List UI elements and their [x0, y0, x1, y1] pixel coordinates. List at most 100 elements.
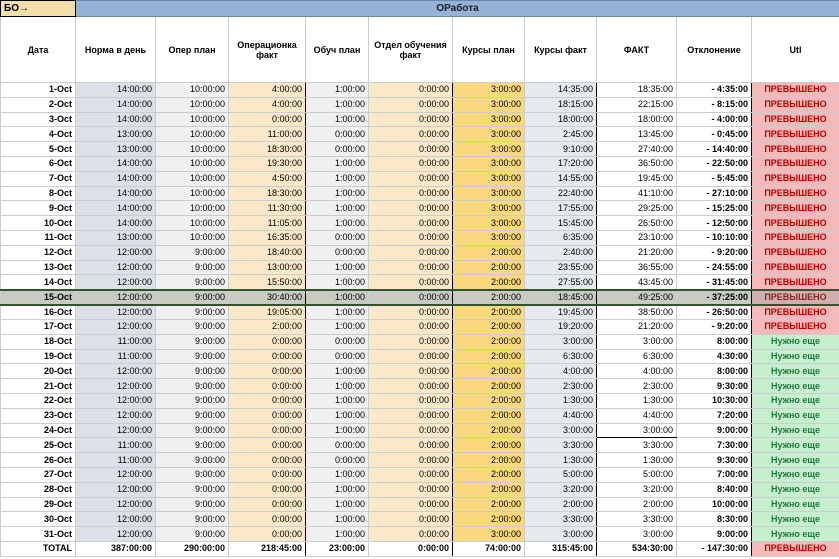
teach-fact-cell[interactable]: 0:00:00	[368, 437, 453, 454]
oper-plan-cell[interactable]: 9:00:00	[155, 511, 229, 528]
oper-plan-cell[interactable]: 9:00:00	[155, 304, 229, 320]
teach-plan-cell[interactable]: 1:00:00	[305, 215, 369, 231]
utl-cell[interactable]: ПРЕВЫШЕНО	[751, 288, 839, 306]
course-fact-cell[interactable]: 4:00:00	[524, 363, 597, 380]
oper-plan-cell[interactable]: 10:00:00	[155, 170, 229, 187]
teach-plan-cell[interactable]: 0:00:00	[305, 141, 369, 157]
course-plan-cell[interactable]: 2:00:00	[452, 481, 525, 498]
teach-fact-cell[interactable]: 0:00:00	[368, 540, 453, 557]
norm-cell[interactable]: 11:00:00	[75, 437, 156, 454]
date-cell[interactable]: 14-Oct	[0, 274, 76, 291]
oper-fact-cell[interactable]: 0:00:00	[228, 422, 306, 439]
oper-plan-cell[interactable]: 10:00:00	[155, 200, 229, 217]
utl-cell[interactable]: ПРЕВЫШЕНО	[751, 259, 839, 276]
course-fact-cell[interactable]: 4:40:00	[524, 407, 597, 424]
fact-cell[interactable]: 18:00:00	[596, 111, 677, 128]
teach-plan-cell[interactable]: 1:00:00	[305, 378, 369, 394]
oper-plan-cell[interactable]: 9:00:00	[155, 259, 229, 276]
norm-cell[interactable]: 11:00:00	[75, 452, 156, 468]
column-header-course-fact[interactable]: Курсы факт	[524, 16, 597, 83]
course-plan-cell[interactable]: 2:00:00	[452, 407, 525, 424]
norm-cell[interactable]: 12:00:00	[75, 378, 156, 394]
teach-fact-cell[interactable]: 0:00:00	[368, 244, 453, 261]
oper-fact-cell[interactable]: 0:00:00	[228, 392, 306, 409]
utl-cell[interactable]: Нужно еще	[751, 407, 839, 424]
course-fact-cell[interactable]: 6:35:00	[524, 229, 597, 246]
date-cell[interactable]: 13-Oct	[0, 259, 76, 276]
course-fact-cell[interactable]: 3:30:00	[524, 511, 597, 528]
fact-cell[interactable]: 29:25:00	[596, 200, 677, 217]
teach-fact-cell[interactable]: 0:00:00	[368, 229, 453, 246]
oper-fact-cell[interactable]: 4:50:00	[228, 170, 306, 187]
norm-cell[interactable]: 14:00:00	[75, 215, 156, 231]
date-column-header[interactable]: Дата	[0, 16, 76, 83]
oper-fact-cell[interactable]: 18:30:00	[228, 185, 306, 202]
date-cell[interactable]: 11-Oct	[0, 229, 76, 246]
course-plan-cell[interactable]: 2:00:00	[452, 363, 525, 380]
oper-fact-cell[interactable]: 0:00:00	[228, 111, 306, 128]
oper-plan-cell[interactable]: 10:00:00	[155, 82, 229, 98]
oper-plan-cell[interactable]: 10:00:00	[155, 96, 229, 113]
course-fact-cell[interactable]: 15:45:00	[524, 215, 597, 231]
date-cell[interactable]: TOTAL	[0, 540, 76, 557]
teach-plan-cell[interactable]: 1:00:00	[305, 304, 369, 320]
oper-plan-cell[interactable]: 9:00:00	[155, 526, 229, 542]
teach-fact-cell[interactable]: 0:00:00	[368, 333, 453, 350]
teach-plan-cell[interactable]: 0:00:00	[305, 437, 369, 454]
fact-cell[interactable]: 4:40:00	[596, 407, 677, 424]
oper-plan-cell[interactable]: 9:00:00	[155, 244, 229, 261]
norm-cell[interactable]: 12:00:00	[75, 466, 156, 483]
teach-plan-cell[interactable]: 0:00:00	[305, 333, 369, 350]
utl-cell[interactable]: ПРЕВЫШЕНО	[751, 215, 839, 231]
course-fact-cell[interactable]: 23:55:00	[524, 259, 597, 276]
norm-cell[interactable]: 12:00:00	[75, 318, 156, 335]
deviation-cell[interactable]: - 4:35:00	[676, 82, 752, 98]
deviation-cell[interactable]: - 14:40:00	[676, 141, 752, 157]
deviation-cell[interactable]: - 0:45:00	[676, 126, 752, 143]
teach-plan-cell[interactable]: 1:00:00	[305, 392, 369, 409]
oper-plan-cell[interactable]: 9:00:00	[155, 437, 229, 454]
fact-cell[interactable]: 2:30:00	[596, 378, 677, 394]
course-plan-cell[interactable]: 2:00:00	[452, 392, 525, 409]
utl-cell[interactable]: ПРЕВЫШЕНО	[751, 540, 839, 557]
oper-plan-cell[interactable]: 290:00:00	[155, 540, 229, 557]
fact-cell[interactable]: 36:55:00	[596, 259, 677, 276]
oper-fact-cell[interactable]: 13:00:00	[228, 259, 306, 276]
date-cell[interactable]: 9-Oct	[0, 200, 76, 217]
teach-fact-cell[interactable]: 0:00:00	[368, 363, 453, 380]
course-plan-cell[interactable]: 2:00:00	[452, 348, 525, 365]
date-cell[interactable]: 8-Oct	[0, 185, 76, 202]
date-cell[interactable]: 3-Oct	[0, 111, 76, 128]
column-header-oper-fact[interactable]: Операционка факт	[228, 16, 306, 83]
utl-cell[interactable]: ПРЕВЫШЕНО	[751, 96, 839, 113]
fact-cell[interactable]: 1:30:00	[596, 452, 677, 468]
course-plan-cell[interactable]: 2:00:00	[452, 437, 525, 454]
course-plan-cell[interactable]: 2:00:00	[452, 304, 525, 320]
date-cell[interactable]: 24-Oct	[0, 422, 76, 439]
oper-plan-cell[interactable]: 10:00:00	[155, 185, 229, 202]
teach-fact-cell[interactable]: 0:00:00	[368, 466, 453, 483]
oper-fact-cell[interactable]: 0:00:00	[228, 452, 306, 468]
oper-fact-cell[interactable]: 4:00:00	[228, 82, 306, 98]
teach-plan-cell[interactable]: 23:00:00	[305, 540, 369, 557]
date-cell[interactable]: 18-Oct	[0, 333, 76, 350]
norm-cell[interactable]: 12:00:00	[75, 274, 156, 291]
oper-fact-cell[interactable]: 0:00:00	[228, 378, 306, 394]
column-header-fact[interactable]: ФАКТ	[596, 16, 677, 83]
date-cell[interactable]: 29-Oct	[0, 496, 76, 513]
oper-plan-cell[interactable]: 9:00:00	[155, 363, 229, 380]
course-fact-cell[interactable]: 2:45:00	[524, 126, 597, 143]
utl-cell[interactable]: ПРЕВЫШЕНО	[751, 111, 839, 128]
teach-fact-cell[interactable]: 0:00:00	[368, 126, 453, 143]
utl-cell[interactable]: Нужно еще	[751, 481, 839, 498]
course-plan-cell[interactable]: 3:00:00	[452, 215, 525, 231]
course-plan-cell[interactable]: 3:00:00	[452, 82, 525, 98]
oper-fact-cell[interactable]: 0:00:00	[228, 481, 306, 498]
date-cell[interactable]: 20-Oct	[0, 363, 76, 380]
date-cell[interactable]: 16-Oct	[0, 304, 76, 320]
teach-fact-cell[interactable]: 0:00:00	[368, 155, 453, 172]
norm-cell[interactable]: 14:00:00	[75, 96, 156, 113]
fact-cell[interactable]: 26:50:00	[596, 215, 677, 231]
norm-cell[interactable]: 12:00:00	[75, 511, 156, 528]
deviation-cell[interactable]: 4:30:00	[676, 348, 752, 365]
